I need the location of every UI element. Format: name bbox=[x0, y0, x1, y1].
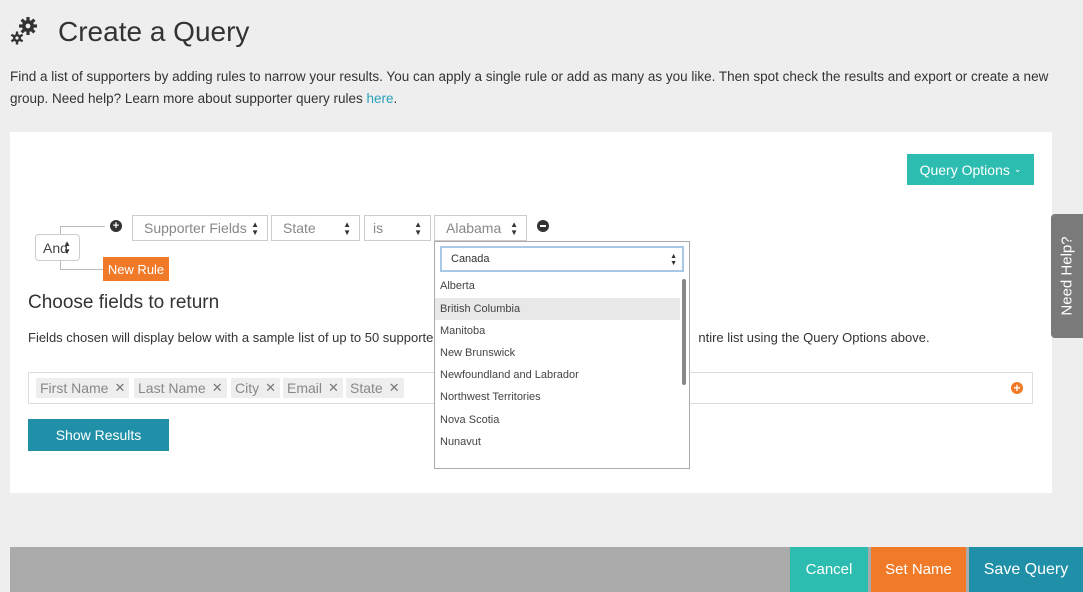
intro-end: . bbox=[393, 91, 398, 106]
tag-label: Last Name bbox=[138, 380, 206, 396]
remove-tag-icon[interactable]: ✕ bbox=[389, 380, 400, 396]
rule-connector-bottom bbox=[60, 261, 105, 270]
intro-text: Find a list of supporters by adding rule… bbox=[10, 66, 1070, 110]
dropdown-scrollbar[interactable] bbox=[682, 279, 686, 385]
new-rule-button[interactable]: New Rule bbox=[103, 257, 169, 281]
dropdown-option[interactable]: Alberta bbox=[435, 275, 680, 297]
remove-tag-icon[interactable]: ✕ bbox=[265, 380, 276, 396]
select-arrows-icon: ▲ ▼ bbox=[63, 239, 71, 256]
field-tag: Last Name ✕ bbox=[134, 378, 227, 398]
select-arrows-icon: ▲ ▼ bbox=[251, 220, 259, 237]
value-value: Alabama bbox=[446, 220, 502, 236]
state-dropdown: Canada ▲ ▼ Alberta British Columbia Manit… bbox=[434, 241, 690, 469]
query-options-label: Query Options bbox=[919, 161, 1010, 178]
chevron-down-icon: ⌄ bbox=[1013, 164, 1022, 174]
operator-select[interactable]: is ▲ ▼ bbox=[364, 215, 431, 241]
dropdown-option[interactable]: Manitoba bbox=[435, 320, 680, 342]
field-tag: State ✕ bbox=[346, 378, 404, 398]
field-tag: First Name ✕ bbox=[36, 378, 130, 398]
dropdown-option[interactable]: Northwest Territories bbox=[435, 386, 680, 408]
field-tag: City ✕ bbox=[231, 378, 281, 398]
save-query-button[interactable]: Save Query bbox=[969, 547, 1083, 592]
tag-label: First Name bbox=[40, 380, 109, 396]
field-value: State bbox=[283, 220, 316, 236]
select-arrows-icon: ▲ ▼ bbox=[510, 220, 518, 237]
remove-tag-icon[interactable]: ✕ bbox=[328, 380, 339, 396]
value-select[interactable]: Alabama ▲ ▼ bbox=[434, 215, 527, 241]
add-rule-icon[interactable]: + bbox=[110, 220, 122, 232]
help-link[interactable]: here bbox=[366, 91, 393, 106]
fields-desc-part1: Fields chosen will display below with a … bbox=[28, 330, 434, 345]
fields-section-title: Choose fields to return bbox=[28, 292, 220, 313]
select-arrows-icon: ▲ ▼ bbox=[670, 253, 677, 267]
set-name-button[interactable]: Set Name bbox=[871, 547, 966, 592]
remove-tag-icon[interactable]: ✕ bbox=[114, 380, 125, 396]
tag-label: Email bbox=[287, 380, 323, 396]
dropdown-option[interactable]: British Columbia bbox=[435, 298, 680, 320]
show-results-button[interactable]: Show Results bbox=[28, 419, 169, 451]
select-arrows-icon: ▲ ▼ bbox=[414, 220, 422, 237]
country-value: Canada bbox=[451, 253, 490, 265]
tag-label: State bbox=[350, 380, 383, 396]
fields-desc-part2: ntire list using the Query Options above… bbox=[698, 330, 930, 345]
dropdown-option[interactable]: Nova Scotia bbox=[435, 409, 680, 431]
cancel-button[interactable]: Cancel bbox=[790, 547, 868, 592]
remove-rule-icon[interactable] bbox=[537, 220, 549, 232]
remove-tag-icon[interactable]: ✕ bbox=[212, 380, 223, 396]
tag-label: City bbox=[235, 380, 260, 396]
intro-body: Find a list of supporters by adding rule… bbox=[10, 69, 1049, 106]
operator-value: is bbox=[373, 220, 384, 236]
dropdown-option[interactable]: New Brunswick bbox=[435, 342, 680, 364]
gears-icon bbox=[8, 14, 42, 48]
field-group-select[interactable]: Supporter Fields ▲ ▼ bbox=[132, 215, 268, 241]
country-select[interactable]: Canada ▲ ▼ bbox=[440, 246, 684, 272]
logic-select[interactable]: And ▲ ▼ bbox=[35, 234, 80, 261]
field-tag: Email ✕ bbox=[283, 378, 343, 398]
query-options-button[interactable]: Query Options ⌄ bbox=[907, 154, 1034, 185]
field-group-value: Supporter Fields bbox=[144, 220, 247, 236]
page-title: Create a Query bbox=[58, 16, 250, 47]
dropdown-option[interactable]: Nunavut bbox=[435, 431, 680, 453]
need-help-label: Need Help? bbox=[1058, 236, 1076, 316]
select-arrows-icon: ▲ ▼ bbox=[343, 220, 351, 237]
need-help-tab[interactable]: Need Help? bbox=[1051, 214, 1083, 338]
field-select[interactable]: State ▲ ▼ bbox=[271, 215, 360, 241]
dropdown-option[interactable]: Newfoundland and Labrador bbox=[435, 364, 680, 386]
add-field-icon[interactable]: + bbox=[1011, 382, 1023, 394]
